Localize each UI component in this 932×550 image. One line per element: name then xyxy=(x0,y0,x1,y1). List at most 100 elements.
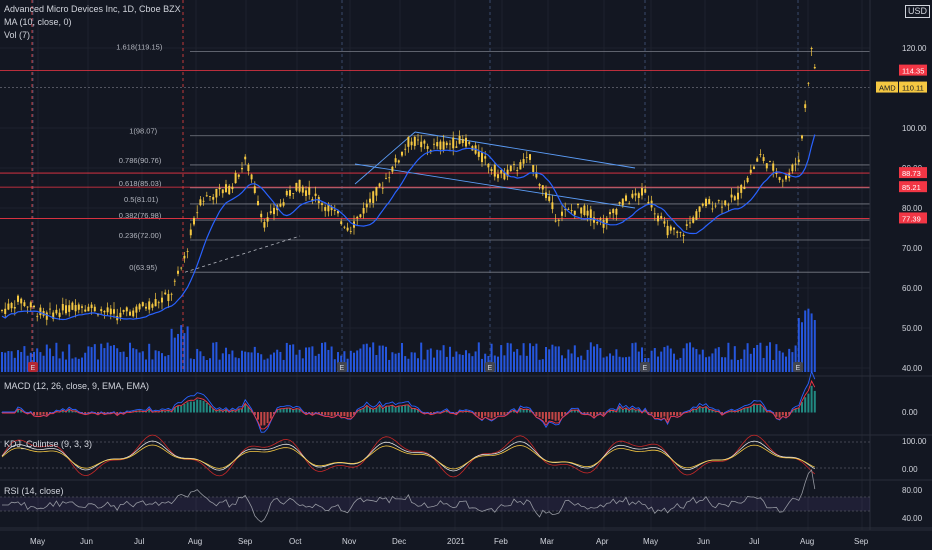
volume-bar xyxy=(266,358,269,372)
macd-title[interactable]: MACD (12, 26, close, 9, EMA, EMA) xyxy=(4,381,149,391)
rsi-title[interactable]: RSI (14, close) xyxy=(4,486,64,496)
volume-bar xyxy=(61,351,64,372)
volume-bar xyxy=(593,346,595,372)
volume-bar xyxy=(129,342,131,372)
price-tick: 70.00 xyxy=(902,244,923,253)
candle-body xyxy=(372,191,375,204)
candle-body xyxy=(778,177,781,181)
volume-bar xyxy=(810,313,813,372)
candle-body xyxy=(129,311,131,316)
volume-bar xyxy=(813,320,816,372)
volume-bar xyxy=(49,348,51,372)
time-axis-label-aug: Aug xyxy=(188,537,202,546)
candle-body xyxy=(548,196,551,201)
candle-body xyxy=(586,210,589,216)
candle-body xyxy=(529,154,531,160)
candle-body xyxy=(541,185,544,190)
candle-body xyxy=(455,146,458,148)
macd-histogram-bar xyxy=(343,412,346,417)
volume-bar xyxy=(698,354,701,372)
candle-body xyxy=(61,304,64,311)
volume-bar xyxy=(77,358,80,372)
volume-bar xyxy=(106,342,109,372)
candle-body xyxy=(388,177,391,179)
chart-canvas[interactable]: May Jun Jul Aug Sep Oct Nov Dec 2021 Feb Mar Apr May… xyxy=(0,0,932,550)
volume-bar xyxy=(359,348,362,372)
fib-level-label: 0(63.95) xyxy=(129,263,157,272)
volume-bar xyxy=(577,357,579,372)
macd-histogram-bar xyxy=(394,407,397,413)
macd-histogram-bar xyxy=(653,412,656,418)
time-axis-label-dec: Dec xyxy=(392,537,406,546)
currency-label[interactable]: USD xyxy=(905,5,931,18)
candle-body xyxy=(730,194,733,198)
candle-body xyxy=(253,186,256,193)
candle-body xyxy=(749,169,752,173)
candle-body xyxy=(525,157,528,158)
volume-bar xyxy=(449,346,451,372)
volume-bar xyxy=(401,342,403,372)
candle-body xyxy=(759,154,762,155)
volume-bar xyxy=(205,359,208,372)
symbol-legend[interactable]: Advanced Micro Devices Inc, 1D, Cboe BZX xyxy=(4,4,181,14)
volume-bar xyxy=(676,359,679,372)
volume-bar xyxy=(423,359,426,372)
volume-bar xyxy=(68,344,71,372)
earnings-marker-label: E xyxy=(31,365,36,372)
candle-body xyxy=(103,310,106,313)
volume-bar xyxy=(138,352,141,372)
candle-body xyxy=(465,137,467,147)
volume-bar xyxy=(740,358,743,372)
volume-bar xyxy=(481,358,483,372)
volume-bar xyxy=(116,348,119,372)
candle-body xyxy=(641,188,643,196)
volume-bar xyxy=(157,351,160,372)
stoch-title[interactable]: KDJ_Colintse (9, 3, 3) xyxy=(4,439,92,449)
volume-bar xyxy=(365,343,368,372)
volume-bar xyxy=(378,345,381,372)
macd-histogram-bar xyxy=(676,412,679,416)
volume-bar xyxy=(506,342,509,372)
candle-body xyxy=(772,163,775,171)
volume-bar xyxy=(279,351,282,372)
candle-body xyxy=(228,185,231,195)
candle-body xyxy=(516,170,519,171)
volume-bar xyxy=(701,349,704,372)
macd-histogram-bar xyxy=(477,412,480,417)
volume-bar xyxy=(743,349,746,372)
volume-bar xyxy=(442,345,445,372)
candle-body xyxy=(109,308,112,315)
volume-bar xyxy=(407,358,410,372)
price-badge-label: 77.39 xyxy=(902,214,921,223)
volume-bar xyxy=(372,342,375,372)
volume-bar xyxy=(609,353,611,372)
vol-legend[interactable]: Vol (7) xyxy=(4,30,30,40)
macd-histogram-bar xyxy=(180,406,183,413)
candle-body xyxy=(717,200,720,202)
volume-bar xyxy=(13,357,16,372)
time-axis-label-feb: Feb xyxy=(494,537,508,546)
candle-body xyxy=(497,174,499,179)
time-axis-label-mar: Mar xyxy=(540,537,554,546)
macd-histogram-bar xyxy=(333,412,336,416)
volume-bar xyxy=(465,350,467,372)
volume-bar xyxy=(295,354,298,372)
candle-body xyxy=(10,302,13,309)
candle-body xyxy=(186,250,189,252)
candle-body xyxy=(794,163,797,165)
macd-histogram-bar xyxy=(493,412,496,417)
volume-bar xyxy=(561,355,563,372)
candle-body xyxy=(33,305,35,308)
candle-body xyxy=(257,200,259,206)
volume-bar xyxy=(397,352,400,372)
volume-bar xyxy=(756,344,759,372)
candle-body xyxy=(394,158,397,163)
candle-body xyxy=(621,198,624,206)
candle-body xyxy=(666,225,669,236)
ma-legend[interactable]: MA (10, close, 0) xyxy=(4,17,72,27)
volume-bar xyxy=(241,350,243,372)
volume-bar xyxy=(781,352,784,372)
volume-bar xyxy=(772,359,775,372)
volume-bar xyxy=(321,342,323,372)
macd-histogram-bar xyxy=(189,401,192,413)
